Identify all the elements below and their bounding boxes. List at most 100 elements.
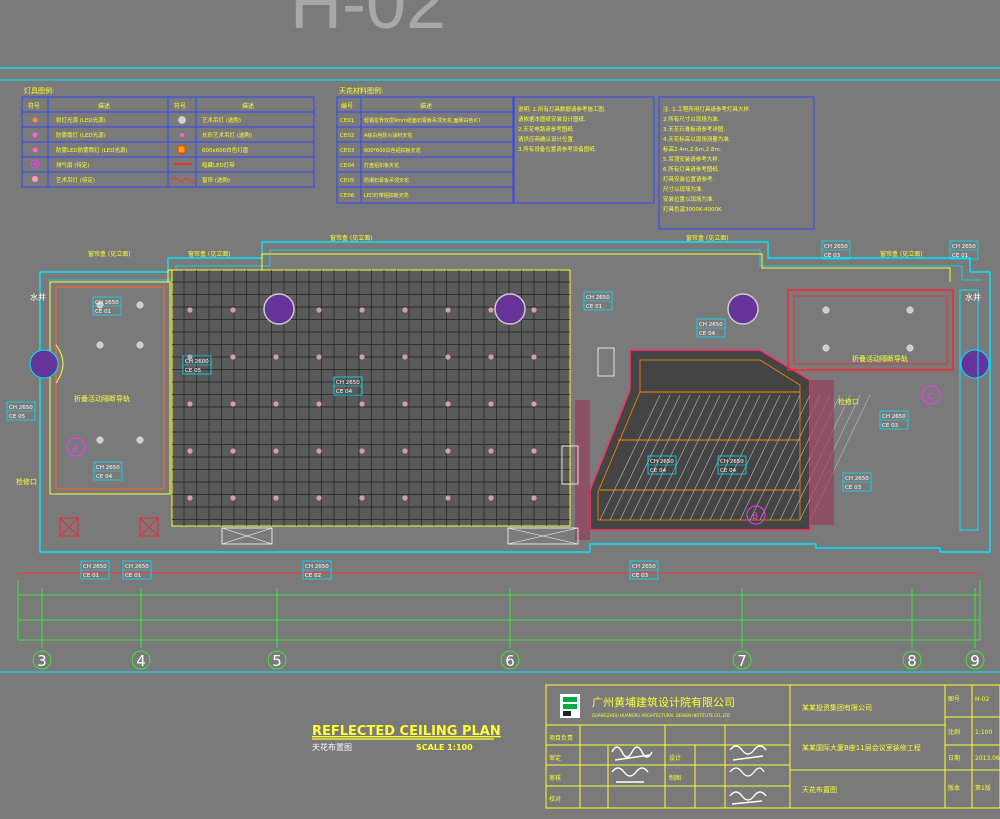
grid-axis-label: 8 [907, 652, 917, 670]
company-name-cn: 广州黄埔建筑设计院有限公司 [592, 695, 735, 709]
title-block-side-label: 图号 [948, 696, 960, 703]
section-mark-a[interactable]: A [66, 437, 86, 457]
legend-ceiling-desc: A级白色防火涂料天花 [364, 132, 412, 139]
section-mark-c[interactable]: C [921, 385, 941, 405]
curtain-symbol-icon [171, 177, 197, 183]
pendant-icon [906, 306, 914, 314]
downlight-icon [445, 495, 451, 501]
plan-title-en: REFLECTED CEILING PLAN [312, 724, 501, 739]
title-block-side-value: 1:100 [975, 729, 992, 736]
pendant-lamp-icon [727, 293, 759, 325]
notes-box-1: 说明: 1.所有灯具数据请参考施工图. 请依据本图纸安装设计图纸. 2.天花电路请… [513, 96, 655, 204]
legend-ceiling-code: CE05 [340, 178, 355, 184]
pendant-icon [96, 436, 104, 444]
legend-lights-h2: 描述 [98, 102, 110, 110]
signature-1 [611, 746, 653, 761]
legend-ceiling-desc: 防潮石膏板吊顶天花 [364, 177, 409, 184]
legend-ceiling-code: CE03 [340, 148, 355, 154]
tag-ch: CH 2650 [824, 244, 848, 250]
notes-box-2: 注: 1.工程所用灯具请参考灯具大样. 2.所有尺寸以现场为准. 3.天花石膏板请参… [658, 96, 815, 230]
title-block-label: 校对 [549, 795, 561, 803]
downlight-icon [316, 495, 322, 501]
tag-ce: CE 05 [9, 414, 26, 420]
note-line: 尺寸以现场为准. [663, 185, 704, 193]
tag-ch: CH 2650 [952, 244, 976, 250]
downlight-icon [445, 354, 451, 360]
note-line: 2.所有尺寸以现场为准. [663, 115, 720, 123]
title-block-side-label: 比例 [948, 728, 960, 736]
ceiling-height-tag[interactable]: CH 2650 CE 05 [6, 401, 36, 421]
ceiling-height-tag[interactable]: CH 2650 CE 03 [879, 410, 909, 430]
tag-ce: CE 01 [586, 304, 602, 310]
tag-ch: CH 2600 [185, 359, 209, 365]
ceiling-height-tag[interactable]: CH 2650 CE 04 [696, 318, 726, 338]
legend-lights-desc: 600x600白色灯盘 [202, 146, 249, 154]
legend-ceiling-h1: 编号 [341, 102, 353, 110]
legend-ceiling-code: CE06 [340, 193, 355, 199]
tag-ch: CH 2650 [845, 476, 869, 482]
pendant-icon [96, 341, 104, 349]
curtain-label: 窗帘盒 (见立面) [686, 234, 729, 242]
ceiling-height-tag[interactable]: CH 2650 CE 03 [629, 560, 659, 580]
note-line: 6.所有灯具请参考图纸. [663, 165, 720, 173]
cad-drawing-canvas[interactable]: H-02 灯具图例: 符号 描述 符号 描述 射灯光源 (LED光源) 艺术吊灯 … [0, 0, 1000, 819]
ceiling-height-tag[interactable]: CH 2650 CE 04 [93, 461, 123, 481]
downlight-icon [402, 448, 408, 454]
curtain-label: 窗帘盒 (见立面) [330, 234, 373, 242]
legend-ceiling-desc: 灯盘铝扣板天花 [364, 162, 399, 169]
pendant-lamp-icon [494, 293, 526, 325]
downlight-icon [531, 448, 537, 454]
legend-ceiling-title: 天花材料图例: [339, 86, 383, 95]
note-line: 3.天花石膏板请参考详图. [663, 125, 725, 133]
pendant-icon [136, 301, 144, 309]
grid-axis-label: 6 [505, 652, 515, 670]
title-block: 广州黄埔建筑设计院有限公司 GUANGZHOU HUANGPU ARCHITEC… [545, 684, 1000, 809]
tag-ce: CE 04 [96, 474, 113, 480]
title-block-side-value: 2013.06 [975, 755, 1000, 762]
tag-ch: CH 2650 [632, 564, 656, 570]
legend-lights-desc: 长形艺术吊灯 (选购) [202, 131, 252, 139]
tag-ce: CE 01 [952, 253, 968, 259]
legend-ceiling: 天花材料图例: 编号 描述 CE01 轻钢龙骨双层9mm纸面石膏板吊顶天花,面刷白… [336, 86, 514, 204]
ceiling-height-tag[interactable]: CH 2650 CE 01 [80, 560, 110, 580]
downlight-icon [316, 307, 322, 313]
legend-ceiling-desc: 轻钢龙骨双层9mm纸面石膏板吊顶天花,面刷白色ICI [364, 117, 480, 124]
client-name: 某某投资集团有限公司 [802, 703, 872, 712]
ceiling-height-tag[interactable]: CH 2650 CE 03 [842, 472, 872, 492]
company-name-en: GUANGZHOU HUANGPU ARCHITECTURAL DESIGN I… [592, 713, 730, 718]
legend-ceiling-desc: LED灯带铝扣板天花 [364, 192, 409, 199]
note-line: 请依据本图纸安装设计图纸. [518, 115, 586, 123]
curtain-label: 窗帘盒 (见立面) [880, 250, 923, 258]
pendant-icon [822, 306, 830, 314]
left-column-icon [29, 349, 59, 379]
tag-ce: CE 03 [632, 573, 649, 579]
downlight-icon [316, 354, 322, 360]
note-line: 说明: 1.所有灯具数据请参考施工图. [518, 105, 606, 113]
downlight-icon [488, 401, 494, 407]
note-line: 灯具色温3000K-4000K [663, 205, 722, 213]
legend-lights-desc: 防雾筒灯 (LED光源) [56, 131, 106, 139]
downlight-icon [273, 495, 279, 501]
ceiling-height-tag[interactable]: CH 2650 CE 01 [949, 240, 979, 260]
legend-lights: 灯具图例: 符号 描述 符号 描述 射灯光源 (LED光源) 艺术吊灯 (选购) 防… [21, 86, 315, 188]
title-block-side-label: 日期 [948, 754, 960, 762]
title-block-side-label: 版本 [948, 784, 960, 792]
tag-ce: CE 03 [882, 423, 899, 429]
pendant-icon [906, 344, 914, 352]
ceiling-height-tag[interactable]: CH 2650 CE 01 [583, 291, 613, 311]
svg-text:C: C [927, 392, 933, 402]
tag-ce: CE 03 [824, 253, 841, 259]
ceiling-height-tag[interactable]: CH 2650 CE 03 [821, 240, 851, 260]
title-block-label: 制图 [669, 774, 681, 782]
ceiling-height-tag[interactable]: CH 2650 CE 01 [92, 296, 122, 316]
downlight-icon [187, 495, 193, 501]
tag-ch: CH 2650 [125, 564, 149, 570]
curtain-label: 窗帘盒 (见立面) [88, 250, 131, 258]
downlight-icon [230, 495, 236, 501]
ceiling-height-tag[interactable]: CH 2650 CE 02 [302, 560, 332, 580]
downlight-icon [402, 307, 408, 313]
ceiling-height-tag[interactable]: CH 2650 CE 01 [122, 560, 152, 580]
title-block-label: 项目负责 [549, 734, 573, 742]
signature-2 [611, 767, 649, 783]
legend-lights-desc: 排气扇 (待定) [56, 161, 90, 169]
